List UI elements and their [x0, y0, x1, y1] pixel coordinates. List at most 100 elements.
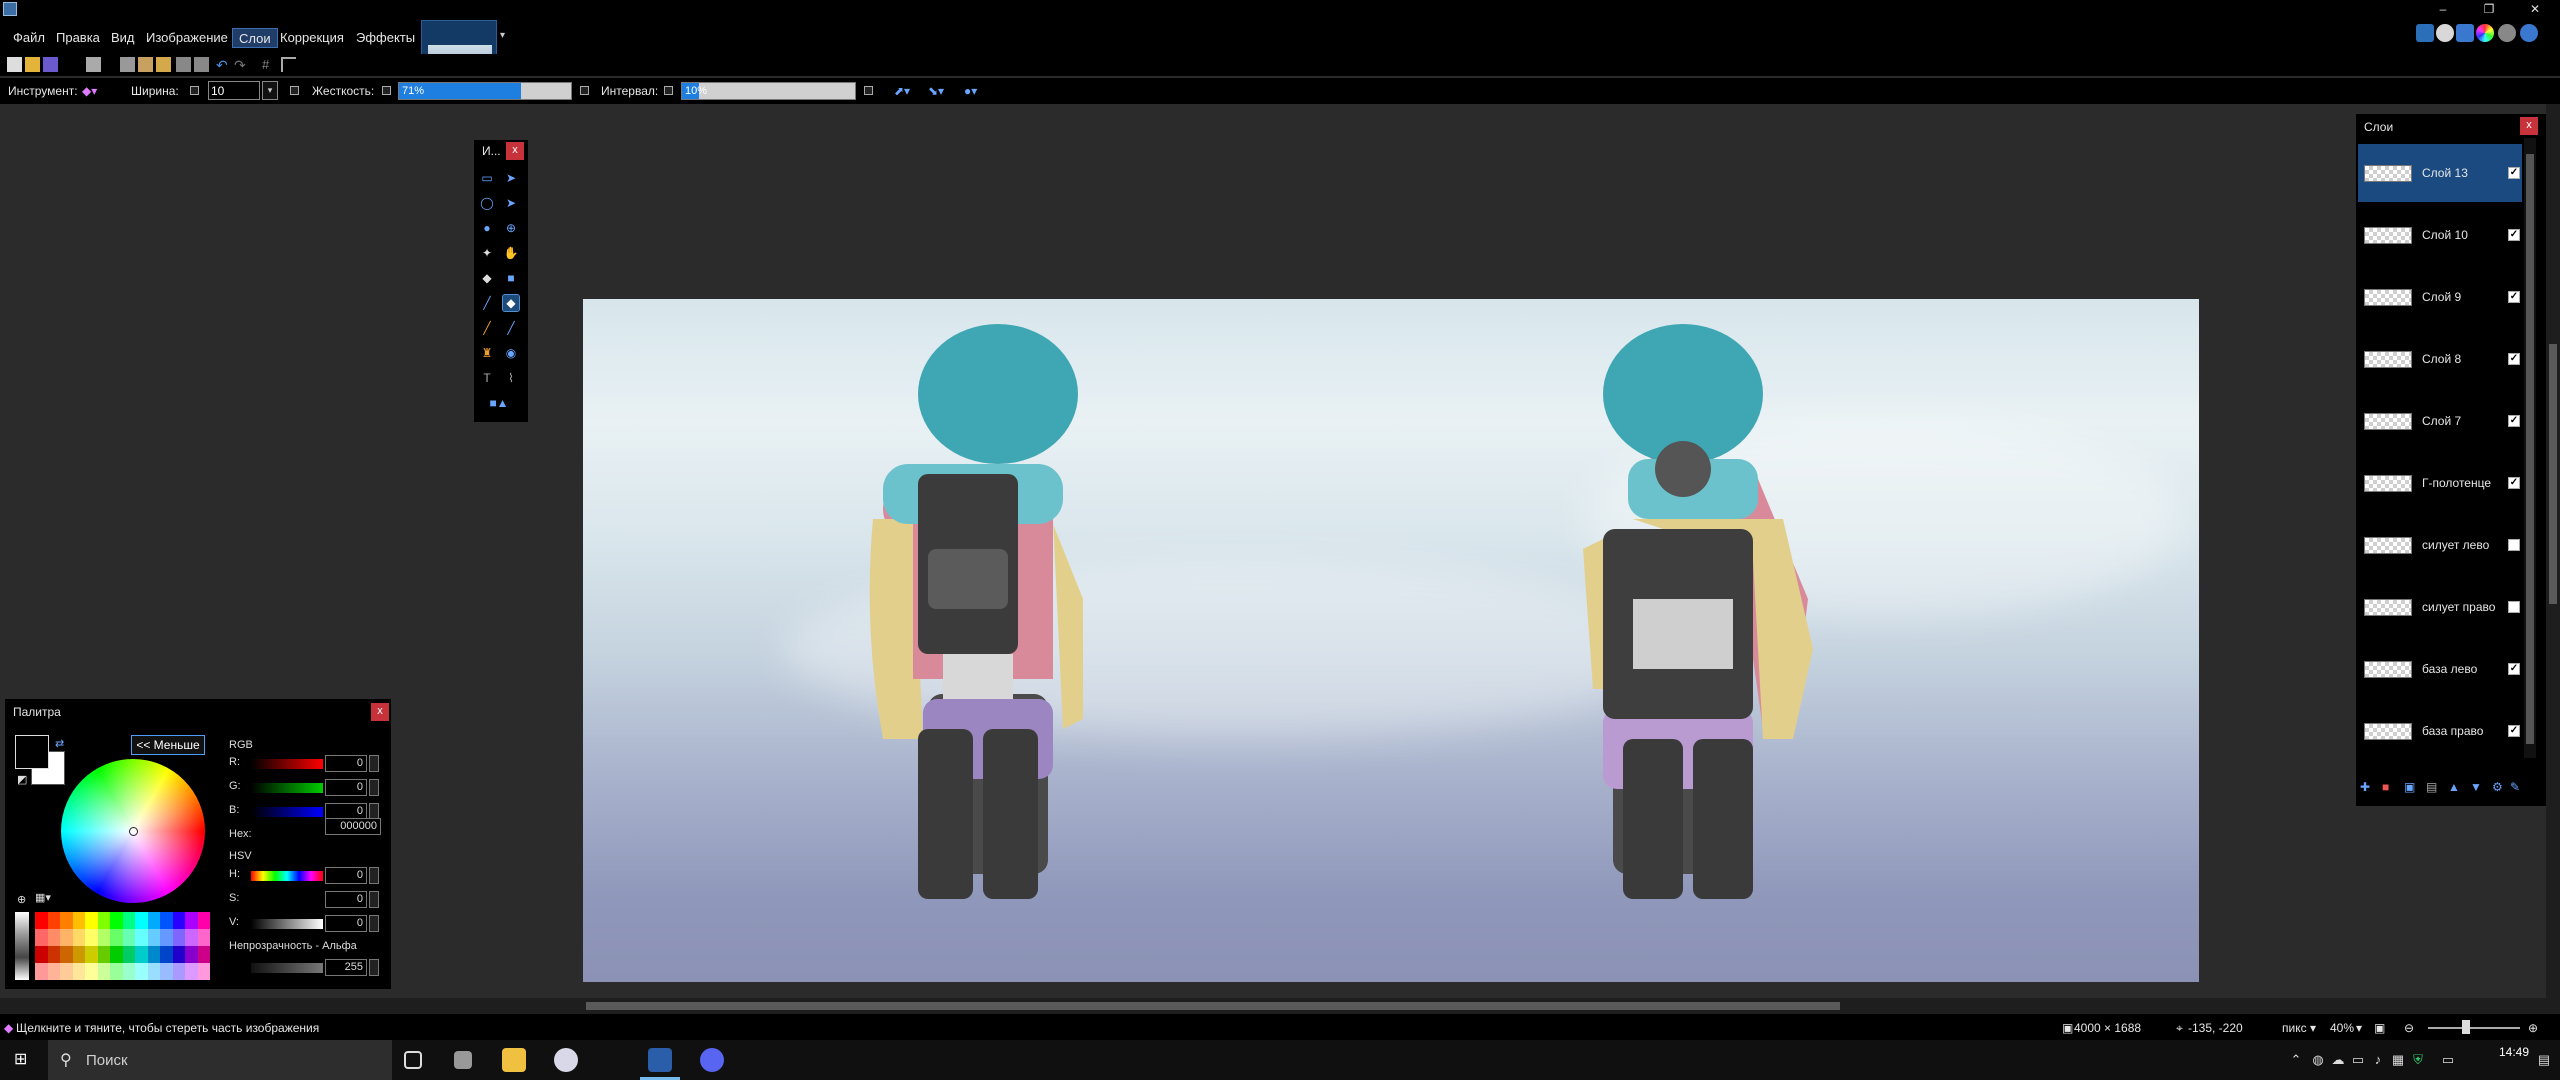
fit-window-icon[interactable]: ▣ [2374, 1021, 2385, 1035]
alpha-input[interactable]: 255 [325, 959, 367, 976]
menu-adjustments[interactable]: Коррекция [274, 28, 350, 48]
canvas-horizontal-scrollbar[interactable] [0, 998, 2560, 1014]
layer-wrench-icon[interactable]: ✎ [2510, 780, 2524, 794]
v-input[interactable]: 0 [325, 915, 367, 932]
tools-window-icon[interactable] [2416, 24, 2434, 42]
interval-increase-button[interactable] [864, 86, 873, 95]
move-selection-icon[interactable]: ➤ [503, 195, 519, 211]
clone-stamp-icon[interactable]: ♜ [479, 345, 495, 361]
eraser-tool-icon[interactable]: ◆ [502, 294, 520, 312]
layer-row[interactable]: Г-полотенце ✓ [2358, 454, 2522, 512]
blend-mode-icon[interactable]: ⬊▾ [928, 84, 944, 98]
colors-panel-close-button[interactable]: x [371, 703, 389, 721]
g-spinner[interactable] [369, 779, 379, 796]
r-input[interactable]: 0 [325, 755, 367, 772]
h-input[interactable]: 0 [325, 867, 367, 884]
layers-scrollbar[interactable] [2524, 138, 2536, 758]
canvas-vertical-scrollbar[interactable] [2546, 104, 2560, 998]
zoom-slider-knob[interactable] [2462, 1020, 2470, 1034]
width-dropdown-icon[interactable]: ▾ [262, 81, 278, 100]
duplicate-layer-icon[interactable]: ▣ [2404, 780, 2418, 794]
palette-swatches[interactable] [35, 912, 210, 980]
h-slider[interactable] [251, 871, 323, 881]
copy-icon[interactable] [138, 57, 153, 72]
h-spinner[interactable] [369, 867, 379, 884]
width-increase-button[interactable] [290, 86, 299, 95]
gradient-icon[interactable]: ■ [503, 270, 519, 286]
rectangle-select-icon[interactable]: ▭ [479, 170, 495, 186]
layer-row[interactable]: силует лево [2358, 516, 2522, 574]
move-selected-icon[interactable]: ➤ [503, 170, 519, 186]
reset-colors-icon[interactable]: ◩ [17, 773, 27, 786]
zoom-slider[interactable] [2428, 1027, 2520, 1029]
redo-icon[interactable]: ↷ [234, 57, 249, 73]
layer-visibility-checkbox[interactable]: ✓ [2508, 291, 2520, 303]
layer-visibility-checkbox[interactable]: ✓ [2508, 725, 2520, 737]
tools-panel-header[interactable]: И... x [474, 140, 528, 162]
file-explorer-icon[interactable] [502, 1048, 526, 1072]
layer-visibility-checkbox[interactable]: ✓ [2508, 415, 2520, 427]
settings-icon[interactable] [2498, 24, 2516, 42]
hardness-slider[interactable]: 71% [398, 82, 572, 100]
delete-layer-icon[interactable]: ■ [2382, 780, 2396, 794]
layer-visibility-checkbox[interactable] [2508, 539, 2520, 551]
print-icon[interactable] [86, 57, 101, 72]
interval-slider[interactable]: 10% [681, 82, 856, 100]
units-dropdown-icon[interactable]: ▾ [2310, 1021, 2316, 1035]
pencil-icon[interactable]: ╱ [479, 320, 495, 336]
width-input[interactable] [208, 81, 260, 100]
menu-effects[interactable]: Эффекты [350, 28, 421, 48]
move-layer-up-icon[interactable]: ▲ [2448, 780, 2462, 794]
tray-network-icon[interactable]: ▦ [2390, 1052, 2406, 1068]
tray-expand-icon[interactable]: ⌃ [2288, 1052, 2304, 1068]
layer-row[interactable]: база право ✓ [2358, 702, 2522, 760]
close-window-button[interactable]: ✕ [2520, 0, 2550, 20]
hex-input[interactable]: 000000 [325, 818, 381, 835]
rulers-icon[interactable] [281, 57, 296, 72]
eraser-icon[interactable]: ◆▾ [82, 84, 97, 98]
lasso-select-icon[interactable]: ◯ [479, 195, 495, 211]
minimize-button[interactable]: – [2428, 0, 2458, 20]
stack-app-icon[interactable] [454, 1051, 472, 1069]
s-slider[interactable] [251, 895, 323, 905]
tray-cloud-icon[interactable]: ☁ [2330, 1052, 2346, 1068]
paintbrush-icon[interactable]: ╱ [479, 295, 495, 311]
browser-app-icon[interactable] [554, 1048, 578, 1072]
width-decrease-button[interactable] [190, 86, 199, 95]
pan-icon[interactable]: ✋ [503, 245, 519, 261]
selection-mode-icon[interactable]: ●▾ [964, 84, 977, 98]
color-picker-icon[interactable]: ╱ [503, 320, 519, 336]
layers-window-icon[interactable] [2456, 24, 2474, 42]
taskbar-search[interactable]: ⚲ Поиск [48, 1040, 392, 1080]
layer-row[interactable]: Слой 7 ✓ [2358, 392, 2522, 450]
layer-visibility-checkbox[interactable]: ✓ [2508, 229, 2520, 241]
v-spinner[interactable] [369, 915, 379, 932]
s-spinner[interactable] [369, 891, 379, 908]
add-layer-icon[interactable]: ✚ [2360, 780, 2374, 794]
paint-net-taskbar-icon[interactable] [648, 1048, 672, 1072]
tray-volume-icon[interactable]: ♪ [2370, 1052, 2386, 1068]
cut-icon[interactable] [120, 57, 135, 72]
help-icon[interactable] [2520, 24, 2538, 42]
add-color-icon[interactable]: ⊕ [17, 893, 26, 906]
menu-file[interactable]: Файл [7, 28, 51, 48]
discord-icon[interactable] [700, 1048, 724, 1072]
interval-decrease-button[interactable] [664, 86, 673, 95]
zoom-icon[interactable]: ⊕ [503, 220, 519, 236]
layer-row[interactable]: Слой 13 ✓ [2358, 144, 2522, 202]
text-icon[interactable]: T [479, 370, 495, 386]
recolor-icon[interactable]: ◉ [503, 345, 519, 361]
r-slider[interactable] [251, 759, 323, 769]
shapes-icon[interactable]: ■▲ [482, 395, 516, 411]
hardness-decrease-button[interactable] [382, 86, 391, 95]
zoom-dropdown-icon[interactable]: ▾ [2356, 1021, 2362, 1035]
layer-visibility-checkbox[interactable]: ✓ [2508, 353, 2520, 365]
move-layer-down-icon[interactable]: ▼ [2470, 780, 2484, 794]
restore-button[interactable]: ❐ [2474, 0, 2504, 20]
new-file-icon[interactable] [7, 57, 22, 72]
layers-panel-header[interactable]: Слои x [2356, 114, 2554, 138]
colors-window-icon[interactable] [2476, 24, 2494, 42]
history-window-icon[interactable] [2436, 24, 2454, 42]
crop-icon[interactable] [176, 57, 191, 72]
v-slider[interactable] [251, 919, 323, 929]
